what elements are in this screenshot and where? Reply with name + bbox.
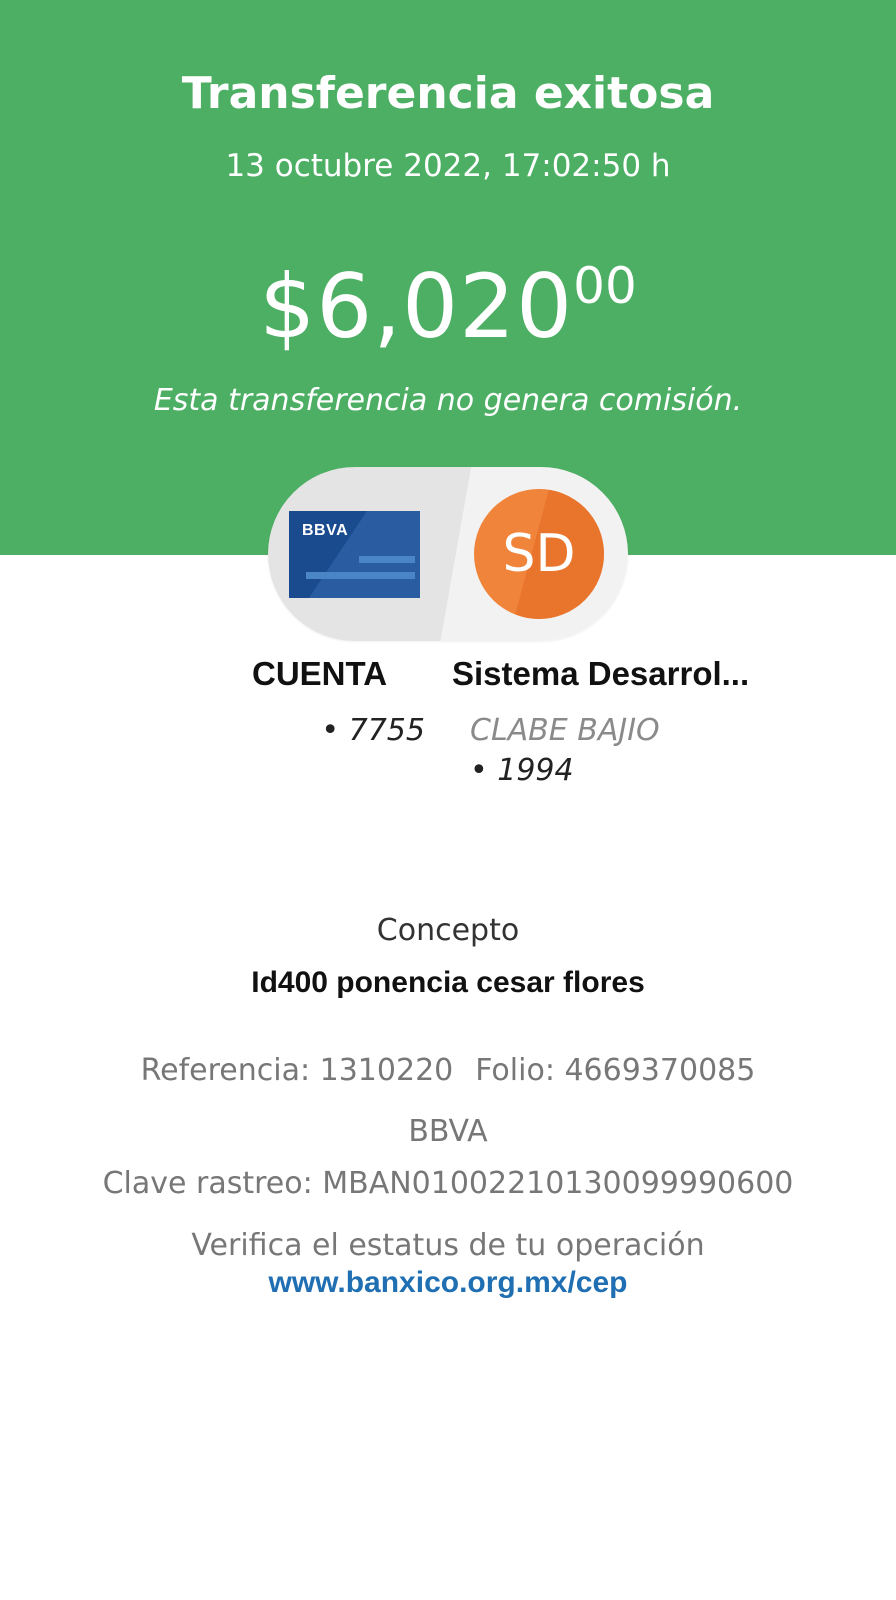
transfer-amount: $6,02000	[0, 255, 896, 358]
tracking-key: Clave rastreo: MBAN01002210130099990600	[102, 1166, 794, 1201]
card-stripe	[306, 572, 415, 579]
transfer-receipt-screen: Transferencia exitosa 13 octubre 2022, 1…	[0, 0, 896, 1600]
card-stripe	[359, 556, 415, 563]
commission-note: Esta transferencia no genera comisión.	[153, 383, 743, 418]
reference-folio-line: Referencia: 1310220 Folio: 4669370085	[0, 1053, 896, 1088]
concept-label: Concepto	[376, 913, 520, 948]
accounts-pill: BBVA SD	[268, 467, 628, 641]
destination-name: Sistema Desarrol...	[452, 655, 750, 692]
card-logo: BBVA	[302, 522, 349, 539]
verify-status-text: Verifica el estatus de tu operación	[191, 1228, 705, 1263]
concept-value: Id400 ponencia cesar flores	[251, 966, 645, 999]
amount-main: $6,020	[259, 255, 574, 358]
origin-account-number: • 7755	[321, 713, 425, 748]
avatar-initials: SD	[502, 524, 576, 584]
bbva-card-icon: BBVA	[289, 511, 420, 598]
reference-value: Referencia: 1310220	[140, 1053, 454, 1088]
amount-cents: 00	[573, 257, 637, 315]
bank-name: BBVA	[408, 1114, 488, 1149]
destination-number: • 1994	[470, 753, 574, 788]
folio-value: Folio: 4669370085	[475, 1053, 756, 1088]
transfer-datetime: 13 octubre 2022, 17:02:50 h	[225, 148, 671, 184]
page-title: Transferencia exitosa	[181, 68, 715, 119]
contact-avatar: SD	[474, 489, 604, 619]
banxico-link[interactable]: www.banxico.org.mx/cep	[0, 1266, 896, 1300]
origin-account-name: CUENTA	[252, 655, 388, 692]
destination-bank: CLABE BAJIO	[470, 713, 660, 748]
